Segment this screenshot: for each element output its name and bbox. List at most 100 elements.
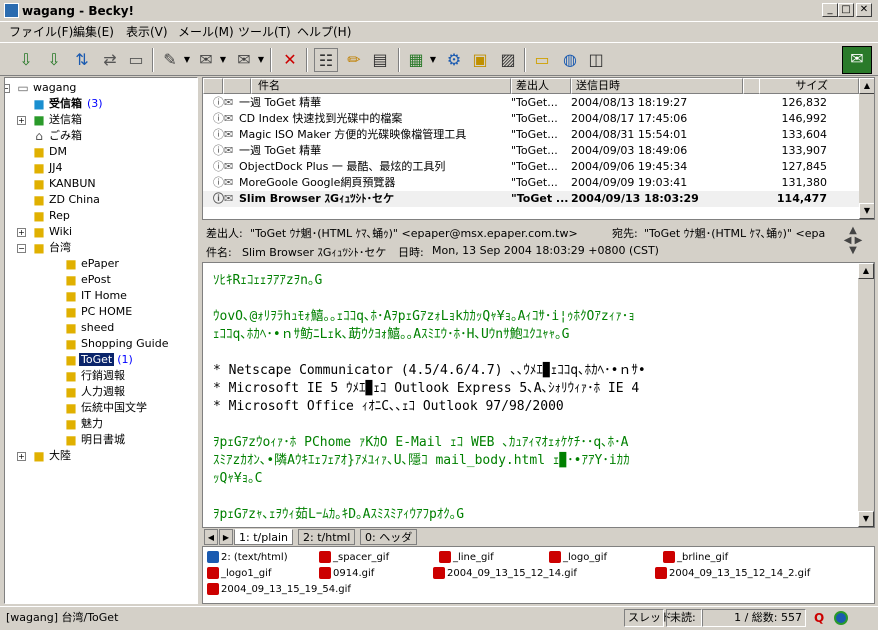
attachment-item[interactable]: _brline_gif <box>663 551 728 565</box>
notepad-icon[interactable]: ▨ <box>496 48 520 72</box>
attachment-item[interactable]: 2: (text/html) <box>207 551 288 565</box>
send-icon[interactable]: ⇄ <box>98 48 122 72</box>
navigate-arrows-icon[interactable]: ▲ ◀ ▶ ▼ <box>838 226 868 256</box>
folder-item[interactable]: ■ 人力週報 <box>63 384 127 400</box>
attachment-item[interactable]: 2004_09_13_15_12_14.gif <box>433 567 577 581</box>
maximize-button[interactable]: □ <box>838 3 854 17</box>
q-icon[interactable]: Q <box>814 611 828 625</box>
list-scrollbar[interactable]: ▲ ▼ <box>859 78 874 219</box>
tab-prev-icon[interactable]: ◀ <box>204 529 218 545</box>
filter-dropdown-icon[interactable]: ▼ <box>428 48 438 72</box>
message-row[interactable]: ⓘ✉ 一週 ToGet 精華 "ToGet... 2004/08/13 18:19:2… <box>203 95 859 111</box>
tree-expander-icon[interactable]: + <box>17 452 26 461</box>
attachment-item[interactable]: _spacer_gif <box>319 551 389 565</box>
folder-item[interactable]: ■ 受信箱 (3) <box>31 96 102 112</box>
folder-item[interactable]: ■ 大陸 <box>31 448 73 464</box>
message-row[interactable]: ⓘ✉ CD Index 快速找到光碟中的檔案 "ToGet... 2004/08/17… <box>203 111 859 127</box>
folder-item[interactable]: ■ 行銷週報 <box>63 368 127 384</box>
folder-item[interactable]: ■ IT Home <box>63 288 129 304</box>
column-header-subject[interactable]: 件名 <box>251 78 511 94</box>
column-header-flag[interactable] <box>223 78 251 94</box>
folder-item[interactable]: ■ ToGet (1) <box>63 352 133 368</box>
folder-globe-icon[interactable]: ◍ <box>558 48 582 72</box>
column-header-size[interactable]: サイズ <box>759 78 859 94</box>
menu-edit[interactable]: 編集(E) <box>68 24 119 40</box>
folder-item[interactable]: ■ DM <box>31 144 69 160</box>
folder-item[interactable]: ■ sheed <box>63 320 116 336</box>
attachment-item[interactable]: 0914.gif <box>319 567 374 581</box>
properties-icon[interactable]: ▤ <box>368 48 392 72</box>
folder-item[interactable]: ■ 魅力 <box>63 416 105 432</box>
folder-item[interactable]: ■ ZD China <box>31 192 102 208</box>
forward-dropdown-icon[interactable]: ▼ <box>256 48 266 72</box>
folder-item[interactable]: ■ Shopping Guide <box>63 336 170 352</box>
tree-expander-icon[interactable]: − <box>17 244 26 253</box>
message-row[interactable]: ⓘ✉ MoreGoole Google網頁預覽器 "ToGet... 2004/09/… <box>203 175 859 191</box>
tree-expander-icon[interactable]: − <box>5 84 10 93</box>
attachment-item[interactable]: _line_gif <box>439 551 494 565</box>
scroll-up-icon[interactable]: ▲ <box>859 78 874 94</box>
computer-icon[interactable]: ▭ <box>124 48 148 72</box>
menu-help[interactable]: ヘルプ(H) <box>292 24 356 40</box>
message-row[interactable]: ⓘ✉ ObjectDock Plus 一 最酷、最炫的工具列 "ToGet... 20… <box>203 159 859 175</box>
reply-dropdown-icon[interactable]: ▼ <box>218 48 228 72</box>
tab-next-icon[interactable]: ▶ <box>219 529 233 545</box>
message-row[interactable]: ⓘ✉ 一週 ToGet 精華 "ToGet... 2004/09/03 18:49:0… <box>203 143 859 159</box>
thread-view-icon[interactable]: ☷ <box>314 48 338 72</box>
compose-dropdown-icon[interactable]: ▼ <box>182 48 192 72</box>
column-header-date[interactable]: 送信日時 <box>571 78 743 94</box>
globe-icon[interactable] <box>834 611 848 625</box>
minimize-button[interactable]: _ <box>822 3 838 17</box>
folder-item[interactable]: ■ 送信箱 <box>31 112 84 128</box>
column-header-icon[interactable] <box>203 78 223 94</box>
filter-icon[interactable]: ▦ <box>404 48 428 72</box>
folder-item[interactable]: ■ Wiki <box>31 224 74 240</box>
attachment-item[interactable]: _logo1_gif <box>207 567 271 581</box>
scroll-up-icon[interactable]: ▲ <box>858 263 874 279</box>
folder-item[interactable]: ■ 伝統中国文学 <box>63 400 149 416</box>
delete-icon[interactable]: ✕ <box>278 48 302 72</box>
folder-item[interactable]: ⌂ ごみ箱 <box>31 128 84 144</box>
open-folder-icon[interactable]: ▭ <box>530 48 554 72</box>
compose-icon[interactable]: ✎ <box>158 48 182 72</box>
menu-view[interactable]: 表示(V) <box>121 24 173 40</box>
send-receive-icon[interactable]: ⇅ <box>70 48 94 72</box>
scroll-down-icon[interactable]: ▼ <box>859 203 874 219</box>
receive-icon[interactable]: ⇩ <box>42 48 66 72</box>
column-header-from[interactable]: 差出人 <box>511 78 571 94</box>
body-scrollbar[interactable]: ▲ ▼ <box>858 263 874 527</box>
message-row[interactable]: ⓘ✉ Magic ISO Maker 方便的光碟映像檔管理工具 "ToGet... 2… <box>203 127 859 143</box>
tab-text-html[interactable]: 2: t/html <box>298 529 356 545</box>
attachment-item[interactable]: 2004_09_13_15_12_14_2.gif <box>655 567 810 581</box>
tree-expander-icon[interactable]: + <box>17 116 26 125</box>
address-book-icon[interactable]: ⚙ <box>442 48 466 72</box>
folder-item[interactable]: ■ KANBUN <box>31 176 98 192</box>
message-row[interactable]: ⓘ✉ Slim Browser ｽGｨｭﾂｼﾄ･セケ "ToGet ... 2004/… <box>203 191 859 207</box>
from-value[interactable]: "ToGet ｳﾅ魍･(HTML ｹﾏ､蛹ｩ)" <epaper@msx.epa… <box>250 225 600 241</box>
forward-icon[interactable]: ✉ <box>232 48 256 72</box>
folder-item[interactable]: ■ 台湾 <box>31 240 73 256</box>
menu-tools[interactable]: ツール(T) <box>233 24 296 40</box>
folder-item[interactable]: ■ JJ4 <box>31 160 65 176</box>
folder-item[interactable]: ■ ePaper <box>63 256 121 272</box>
tree-expander-icon[interactable]: + <box>17 228 26 237</box>
folder-item[interactable]: ■ ePost <box>63 272 113 288</box>
check-mail-icon[interactable]: ⇩ <box>14 48 38 72</box>
tab-header[interactable]: 0: ヘッダ <box>360 529 418 545</box>
folder-item[interactable]: ▭ wagang <box>15 80 78 96</box>
menu-mail[interactable]: メール(M) <box>173 24 239 40</box>
tab-text-plain[interactable]: 1: t/plain <box>234 529 294 545</box>
to-value[interactable]: "ToGet ｳﾅ魍･(HTML ｹﾏ､蛹ｩ)" <epa <box>644 225 834 241</box>
message-body[interactable]: ｿﾋｷRｪｺｪｪｦｱｱzｦn｡G ｳovO､@ｫﾘｦﾗhｭﾓｫ鱚｡｡ｪｺｺq､ﾎ… <box>202 262 875 528</box>
scroll-down-icon[interactable]: ▼ <box>858 511 874 527</box>
app-icon[interactable] <box>4 3 19 18</box>
attachment-item[interactable]: 2004_09_13_15_19_54.gif <box>207 583 351 597</box>
attachment-item[interactable]: _logo_gif <box>549 551 607 565</box>
close-button[interactable]: ✕ <box>856 3 872 17</box>
folder-item[interactable]: ■ 明日書城 <box>63 432 127 448</box>
memo-icon[interactable]: ▣ <box>468 48 492 72</box>
edit-icon[interactable]: ✏ <box>342 48 366 72</box>
reply-icon[interactable]: ✉ <box>194 48 218 72</box>
folder-item[interactable]: ■ Rep <box>31 208 72 224</box>
layout-icon[interactable]: ◫ <box>584 48 608 72</box>
